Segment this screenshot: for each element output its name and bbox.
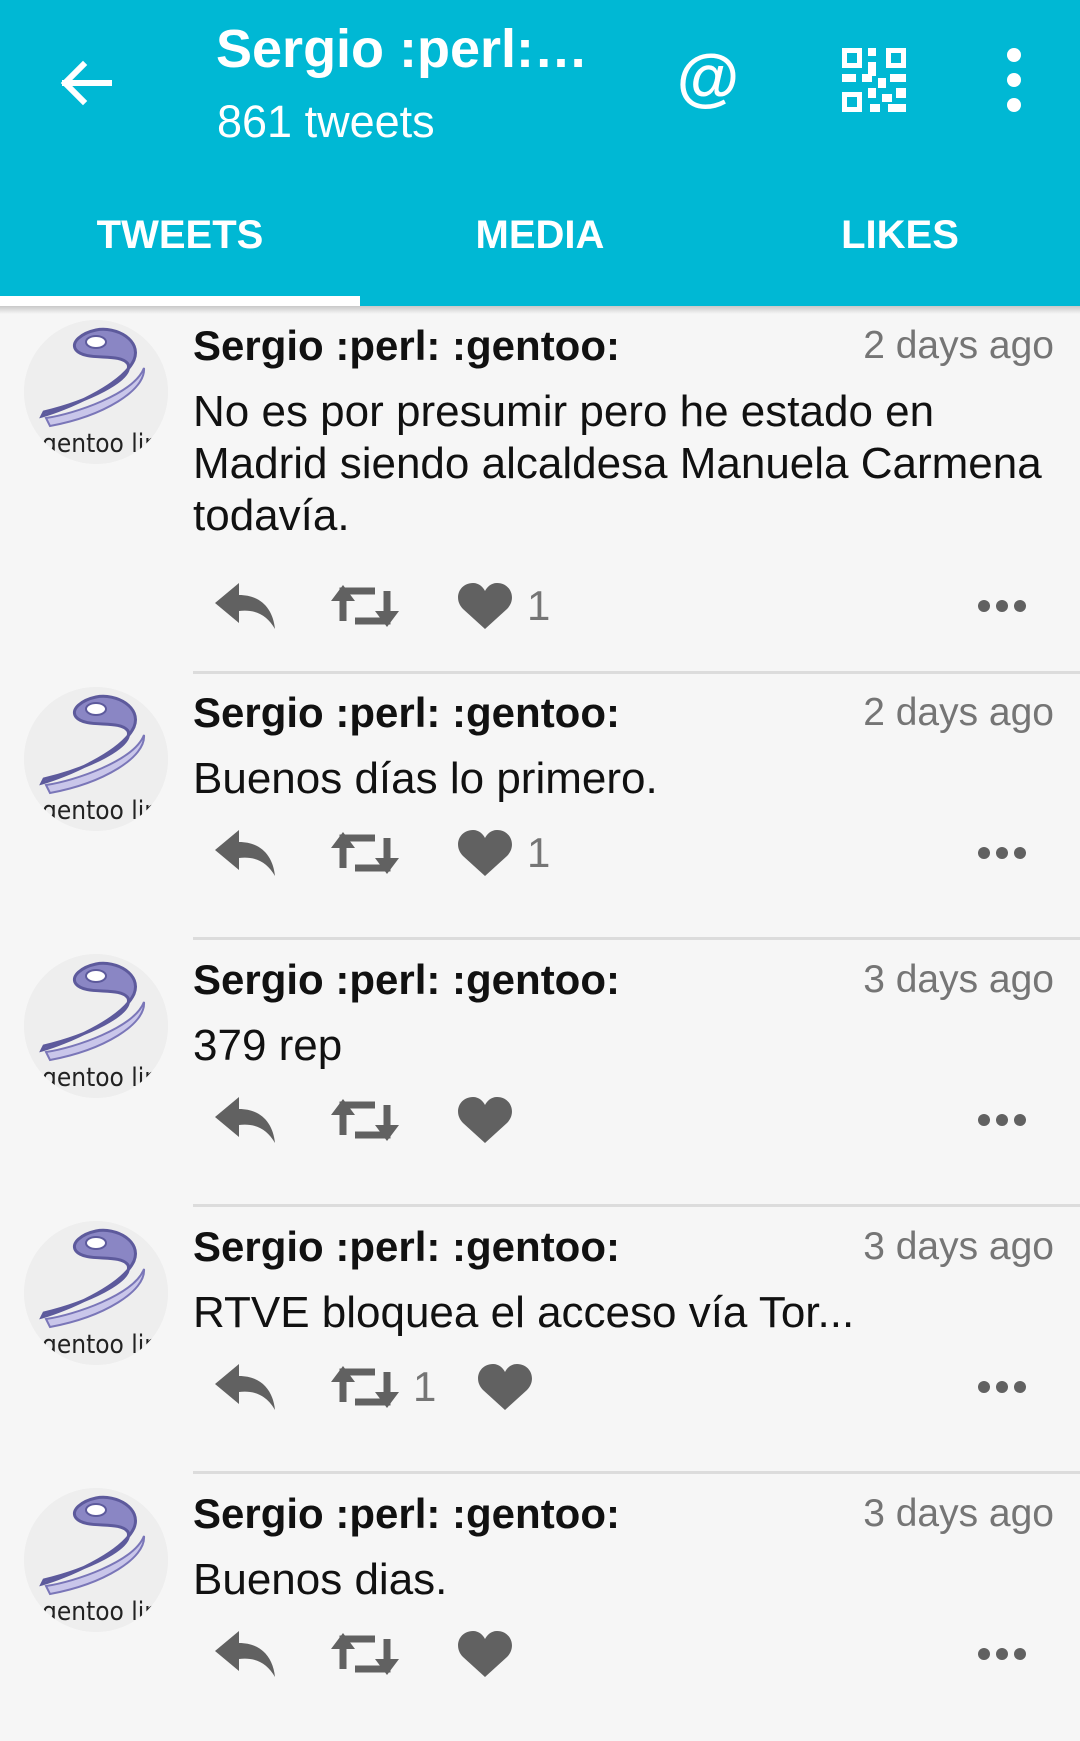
tweet-actions: 1	[193, 1347, 1055, 1427]
tweet-time: 2 days ago	[863, 324, 1054, 367]
more-horizontal-icon	[978, 600, 1026, 612]
reply-icon	[215, 1631, 275, 1677]
avatar[interactable]: gentoo linux	[24, 320, 168, 464]
profile-tabs: TWEETS MEDIA LIKES	[0, 190, 1080, 306]
avatar[interactable]: gentoo linux	[24, 1488, 168, 1632]
tweet-item[interactable]: gentoo linux Sergio :perl: :gentoo: 2 da…	[0, 673, 1080, 940]
like-button[interactable]	[457, 1080, 513, 1160]
tweet-author[interactable]: Sergio :perl: :gentoo:	[193, 956, 620, 1004]
retweet-button[interactable]	[331, 1080, 399, 1160]
reply-button[interactable]	[213, 1614, 277, 1694]
retweet-button[interactable]	[331, 566, 399, 646]
more-vertical-icon	[1007, 48, 1021, 62]
svg-text:gentoo linux: gentoo linux	[42, 1063, 168, 1093]
tweet-actions	[193, 1614, 1055, 1694]
tweet-item[interactable]: gentoo linux Sergio :perl: :gentoo: 2 da…	[0, 306, 1080, 674]
svg-text:gentoo linux: gentoo linux	[42, 796, 168, 826]
tweet-actions: 1	[193, 813, 1055, 893]
retweet-icon	[331, 1633, 399, 1675]
back-button[interactable]	[50, 48, 120, 118]
heart-icon	[458, 583, 512, 629]
reply-icon	[215, 1364, 275, 1410]
tweet-time: 3 days ago	[863, 1492, 1054, 1535]
tweet-more-button[interactable]	[977, 1614, 1027, 1694]
tab-likes[interactable]: LIKES	[720, 190, 1080, 306]
reply-icon	[215, 1097, 275, 1143]
reply-button[interactable]	[213, 1347, 277, 1427]
mention-button[interactable]: @	[673, 42, 743, 112]
like-button[interactable]	[457, 1614, 513, 1694]
tweet-more-button[interactable]	[977, 813, 1027, 893]
more-horizontal-icon	[978, 1381, 1026, 1393]
tweet-count: 861 tweets	[217, 96, 435, 147]
tweet-item[interactable]: gentoo linux Sergio :perl: :gentoo: 3 da…	[0, 1474, 1080, 1741]
svg-text:gentoo linux: gentoo linux	[42, 1597, 168, 1627]
tab-tweets[interactable]: TWEETS	[0, 190, 360, 306]
tweet-actions	[193, 1080, 1055, 1160]
reply-button[interactable]	[213, 1080, 277, 1160]
like-button[interactable]: 1	[457, 566, 550, 646]
tweet-author[interactable]: Sergio :perl: :gentoo:	[193, 1223, 620, 1271]
arrow-left-icon	[60, 60, 112, 106]
heart-icon	[458, 1097, 512, 1143]
svg-text:gentoo linux: gentoo linux	[42, 1330, 168, 1360]
tweet-author[interactable]: Sergio :perl: :gentoo:	[193, 1490, 620, 1538]
retweet-count: 1	[413, 1363, 437, 1410]
tweet-time: 2 days ago	[863, 691, 1054, 734]
tweet-text: No es por presumir pero he estado en Mad…	[193, 387, 1042, 540]
avatar[interactable]: gentoo linux	[24, 687, 168, 831]
tweet-text: 379 rep	[193, 1021, 343, 1070]
reply-icon	[215, 583, 275, 629]
tab-media[interactable]: MEDIA	[360, 190, 720, 306]
tweet-more-button[interactable]	[977, 1347, 1027, 1427]
heart-icon	[458, 830, 512, 876]
overflow-menu-button[interactable]	[990, 48, 1038, 112]
retweet-icon	[331, 585, 399, 627]
svg-text:gentoo linux: gentoo linux	[42, 429, 168, 459]
qr-code-button[interactable]	[842, 48, 906, 112]
tweet-actions: 1	[193, 566, 1055, 646]
avatar[interactable]: gentoo linux	[24, 954, 168, 1098]
like-button[interactable]: 1	[457, 813, 550, 893]
tweet-author[interactable]: Sergio :perl: :gentoo:	[193, 689, 620, 737]
tweet-time: 3 days ago	[863, 1225, 1054, 1268]
retweet-button[interactable]	[331, 1614, 399, 1694]
reply-icon	[215, 830, 275, 876]
tweet-time: 3 days ago	[863, 958, 1054, 1001]
tweet-item[interactable]: gentoo linux Sergio :perl: :gentoo: 3 da…	[0, 1207, 1080, 1474]
more-horizontal-icon	[978, 1648, 1026, 1660]
tweet-text: Buenos dias.	[193, 1555, 448, 1604]
tweet-author[interactable]: Sergio :perl: :gentoo:	[193, 322, 620, 370]
heart-icon	[458, 1631, 512, 1677]
more-horizontal-icon	[978, 847, 1026, 859]
retweet-button[interactable]: 1	[331, 1347, 436, 1427]
retweet-icon	[331, 1366, 399, 1408]
tweet-text: Buenos días lo primero.	[193, 754, 658, 803]
tweet-more-button[interactable]	[977, 1080, 1027, 1160]
retweet-icon	[331, 832, 399, 874]
avatar[interactable]: gentoo linux	[24, 1221, 168, 1365]
retweet-icon	[331, 1099, 399, 1141]
more-horizontal-icon	[978, 1114, 1026, 1126]
like-count: 1	[527, 582, 551, 629]
reply-button[interactable]	[213, 566, 277, 646]
tweet-more-button[interactable]	[977, 566, 1027, 646]
like-button[interactable]	[477, 1347, 533, 1427]
tweet-text: RTVE bloquea el acceso vía Tor...	[193, 1288, 855, 1337]
like-count: 1	[527, 829, 551, 876]
tweet-item[interactable]: gentoo linux Sergio :perl: :gentoo: 3 da…	[0, 940, 1080, 1207]
qr-code-icon	[842, 48, 906, 112]
heart-icon	[478, 1364, 532, 1410]
profile-title: Sergio :perl:…	[216, 19, 589, 79]
reply-button[interactable]	[213, 813, 277, 893]
retweet-button[interactable]	[331, 813, 399, 893]
